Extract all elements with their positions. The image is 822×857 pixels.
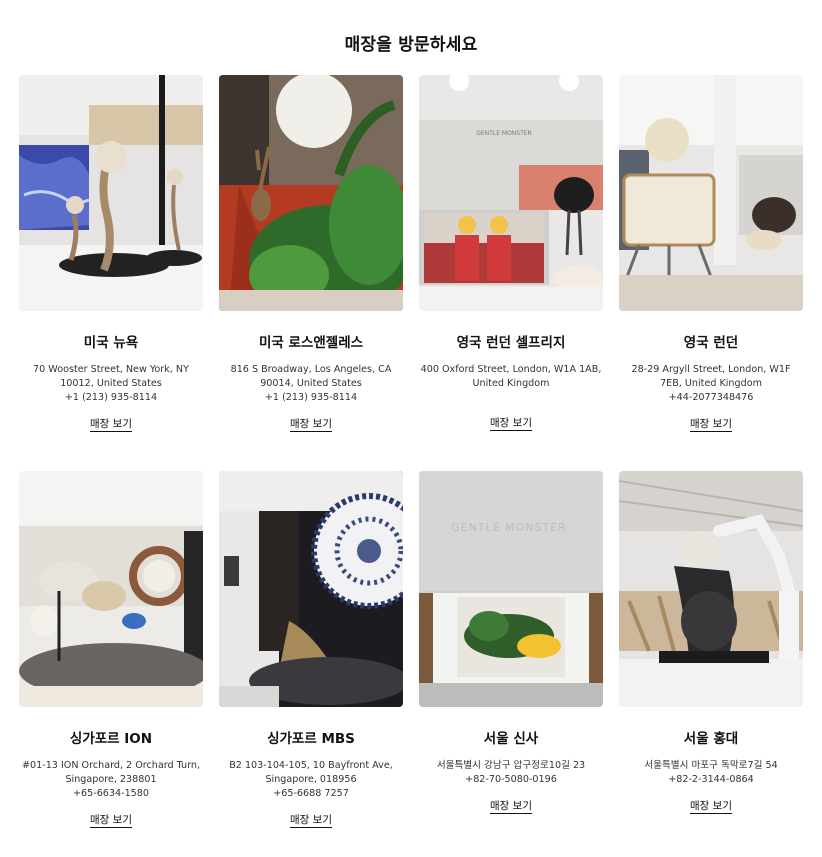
address-line: #01-13 ION Orchard, 2 Orchard Turn, <box>21 760 201 771</box>
store-signage-text: GENTLE MONSTER <box>476 130 531 137</box>
store-name: 미국 뉴욕 <box>83 335 139 351</box>
view-store-link[interactable]: 매장 보기 <box>490 800 532 814</box>
store-address: 400 Oxford Street, London, W1A 1AB, Unit… <box>413 363 609 391</box>
view-store-link[interactable]: 매장 보기 <box>490 417 532 431</box>
view-store-link[interactable]: 매장 보기 <box>290 814 332 828</box>
phone-number: +82-70-5080-0196 <box>465 774 557 785</box>
address-line: 서울특별시 마포구 독막로7길 54 <box>644 760 778 771</box>
address-line: 90014, United States <box>260 378 362 389</box>
store-address: B2 103-104-105, 10 Bayfront Ave, Singapo… <box>213 759 409 801</box>
store-name: 미국 로스앤젤레스 <box>258 335 364 351</box>
store-name: 싱가포르 MBS <box>267 731 355 747</box>
store-address: 서울특별시 마포구 독막로7길 54 +82-2-3144-0864 <box>613 759 809 787</box>
view-store-link[interactable]: 매장 보기 <box>90 814 132 828</box>
phone-number: +1 (213) 935-8114 <box>64 392 158 403</box>
view-store-link-wrap: 매장 보기 <box>619 798 803 814</box>
phone-number: +65-6688 7257 <box>273 788 349 799</box>
store-photo-los-angeles[interactable] <box>219 75 403 311</box>
view-store-link[interactable]: 매장 보기 <box>690 418 732 432</box>
view-store-link-wrap: 매장 보기 <box>219 416 403 432</box>
address-line: 816 S Broadway, Los Angeles, CA <box>230 364 392 375</box>
store-address: 28-29 Argyll Street, London, W1F 7EB, Un… <box>613 363 809 405</box>
address-line: 400 Oxford Street, London, W1A 1AB, <box>420 364 602 375</box>
store-address: 70 Wooster Street, New York, NY 10012, U… <box>13 363 209 405</box>
store-address: #01-13 ION Orchard, 2 Orchard Turn, Sing… <box>13 759 209 801</box>
store-photo-london[interactable] <box>619 75 803 311</box>
store-address: 816 S Broadway, Los Angeles, CA 90014, U… <box>213 363 409 405</box>
store-address: 서울특별시 강남구 압구정로10길 23 +82-70-5080-0196 <box>413 759 609 787</box>
store-name: 영국 런던 셀프리지 <box>456 335 566 351</box>
store-name: 서울 신사 <box>483 731 539 747</box>
view-store-link[interactable]: 매장 보기 <box>690 800 732 814</box>
address-line: B2 103-104-105, 10 Bayfront Ave, <box>229 760 393 771</box>
store-photo-singapore-mbs[interactable] <box>219 471 403 707</box>
store-name: 영국 런던 <box>683 335 739 351</box>
address-line: Singapore, 238801 <box>65 774 157 785</box>
view-store-link[interactable]: 매장 보기 <box>90 418 132 432</box>
address-line: 70 Wooster Street, New York, NY <box>33 364 189 375</box>
store-photo-seoul-hongdae[interactable] <box>619 471 803 707</box>
store-photo-singapore-ion[interactable] <box>19 471 203 707</box>
phone-number: +1 (213) 935-8114 <box>264 392 358 403</box>
store-photo-new-york[interactable] <box>19 75 203 311</box>
address-line: Singapore, 018956 <box>265 774 357 785</box>
phone-number: +65-6634-1580 <box>72 788 149 799</box>
view-store-link-wrap: 매장 보기 <box>19 812 203 828</box>
store-name: 싱가포르 ION <box>69 731 153 747</box>
store-signage-text: GENTLE MONSTER <box>451 521 567 534</box>
store-name: 서울 홍대 <box>683 731 739 747</box>
phone-number: +44-2077348476 <box>668 392 754 403</box>
address-line: United Kingdom <box>472 378 550 389</box>
view-store-link-wrap: 매장 보기 <box>619 416 803 432</box>
view-store-link[interactable]: 매장 보기 <box>290 418 332 432</box>
view-store-link-wrap: 매장 보기 <box>419 798 603 814</box>
address-line: 7EB, United Kingdom <box>660 378 762 389</box>
phone-number: +82-2-3144-0864 <box>668 774 754 785</box>
page-title: 매장을 방문하세요 <box>344 35 478 55</box>
store-photo-london-selfridges[interactable]: GENTLE MONSTER <box>419 75 603 311</box>
address-line: 서울특별시 강남구 압구정로10길 23 <box>436 760 586 771</box>
address-line: 28-29 Argyll Street, London, W1F <box>631 364 791 375</box>
view-store-link-wrap: 매장 보기 <box>19 416 203 432</box>
view-store-link-wrap: 매장 보기 <box>419 415 603 431</box>
store-photo-seoul-sinsa[interactable]: GENTLE MONSTER <box>419 471 603 707</box>
view-store-link-wrap: 매장 보기 <box>219 812 403 828</box>
address-line: 10012, United States <box>60 378 162 389</box>
